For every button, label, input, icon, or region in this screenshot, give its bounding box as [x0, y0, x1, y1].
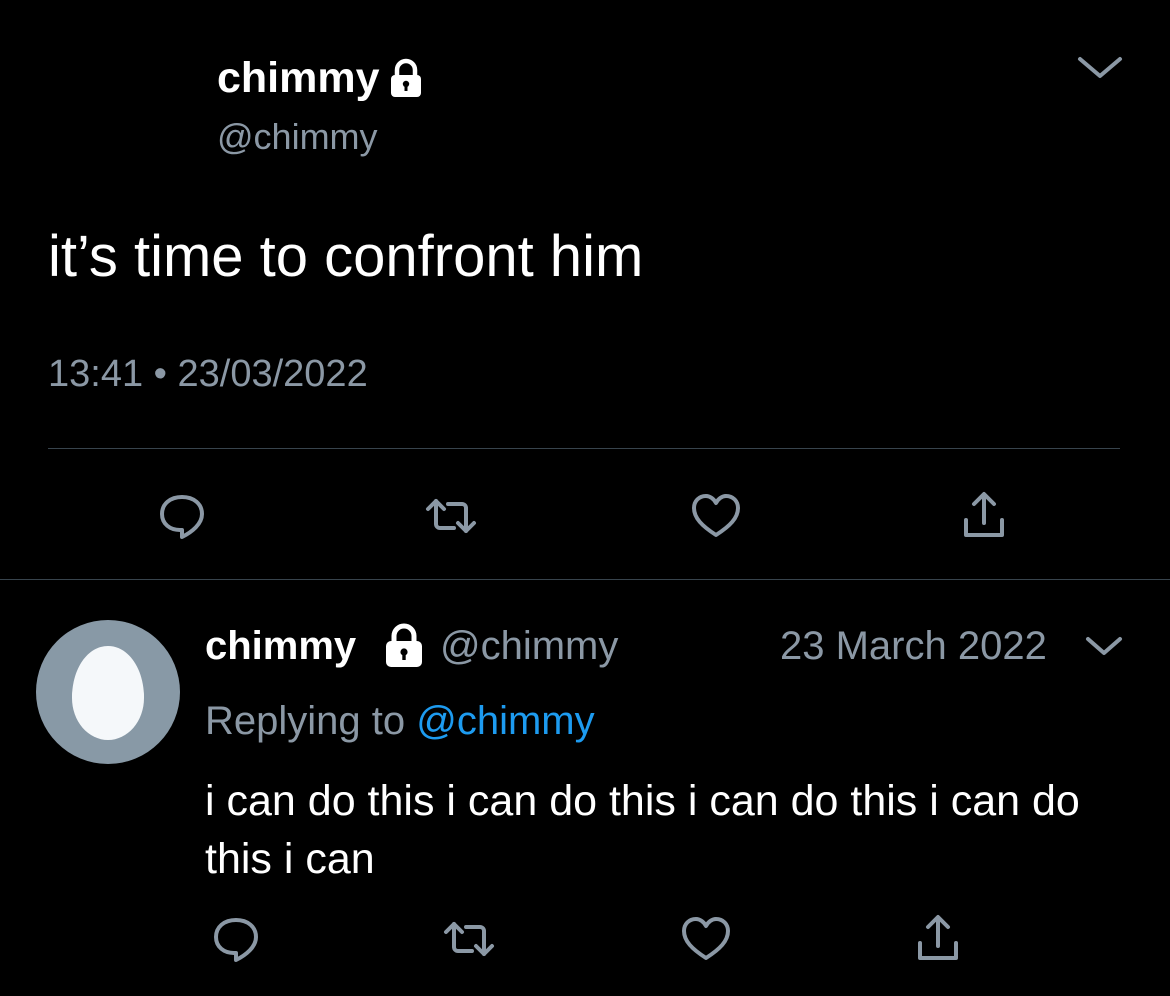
reply-tweet-text: i can do this i can do this i can do thi… [205, 777, 1080, 883]
heart-icon[interactable] [690, 490, 742, 542]
lock-icon [386, 623, 422, 667]
reply-icon[interactable] [210, 913, 262, 965]
replying-to-mention-link[interactable]: @chimmy [416, 699, 594, 743]
divider [0, 579, 1170, 580]
reply-tweet-date[interactable]: 23 March 2022 [780, 622, 1047, 670]
main-tweet-text: it’s time to confront him [48, 224, 644, 289]
replying-to-label: Replying to [205, 699, 417, 743]
replying-to-line: Replying to @chimmy [205, 697, 595, 745]
share-icon[interactable] [958, 490, 1010, 542]
retweet-icon[interactable] [425, 490, 477, 542]
chevron-down-icon[interactable] [1075, 52, 1125, 82]
avatar[interactable] [36, 620, 180, 764]
main-tweet-timestamp[interactable]: 13:41 • 23/03/2022 [48, 350, 368, 398]
divider [48, 448, 1120, 449]
lock-icon [391, 58, 421, 97]
main-tweet-handle[interactable]: @chimmy [217, 114, 378, 160]
chevron-down-icon[interactable] [1083, 631, 1125, 661]
share-icon[interactable] [912, 913, 964, 965]
egg-avatar-icon [72, 646, 144, 740]
reply-tweet-handle[interactable]: @chimmy [440, 622, 618, 670]
heart-icon[interactable] [680, 913, 732, 965]
main-tweet-display-name[interactable]: chimmy [217, 52, 380, 104]
reply-icon[interactable] [156, 490, 208, 542]
retweet-icon[interactable] [443, 913, 495, 965]
reply-tweet-display-name[interactable]: chimmy [205, 622, 356, 670]
